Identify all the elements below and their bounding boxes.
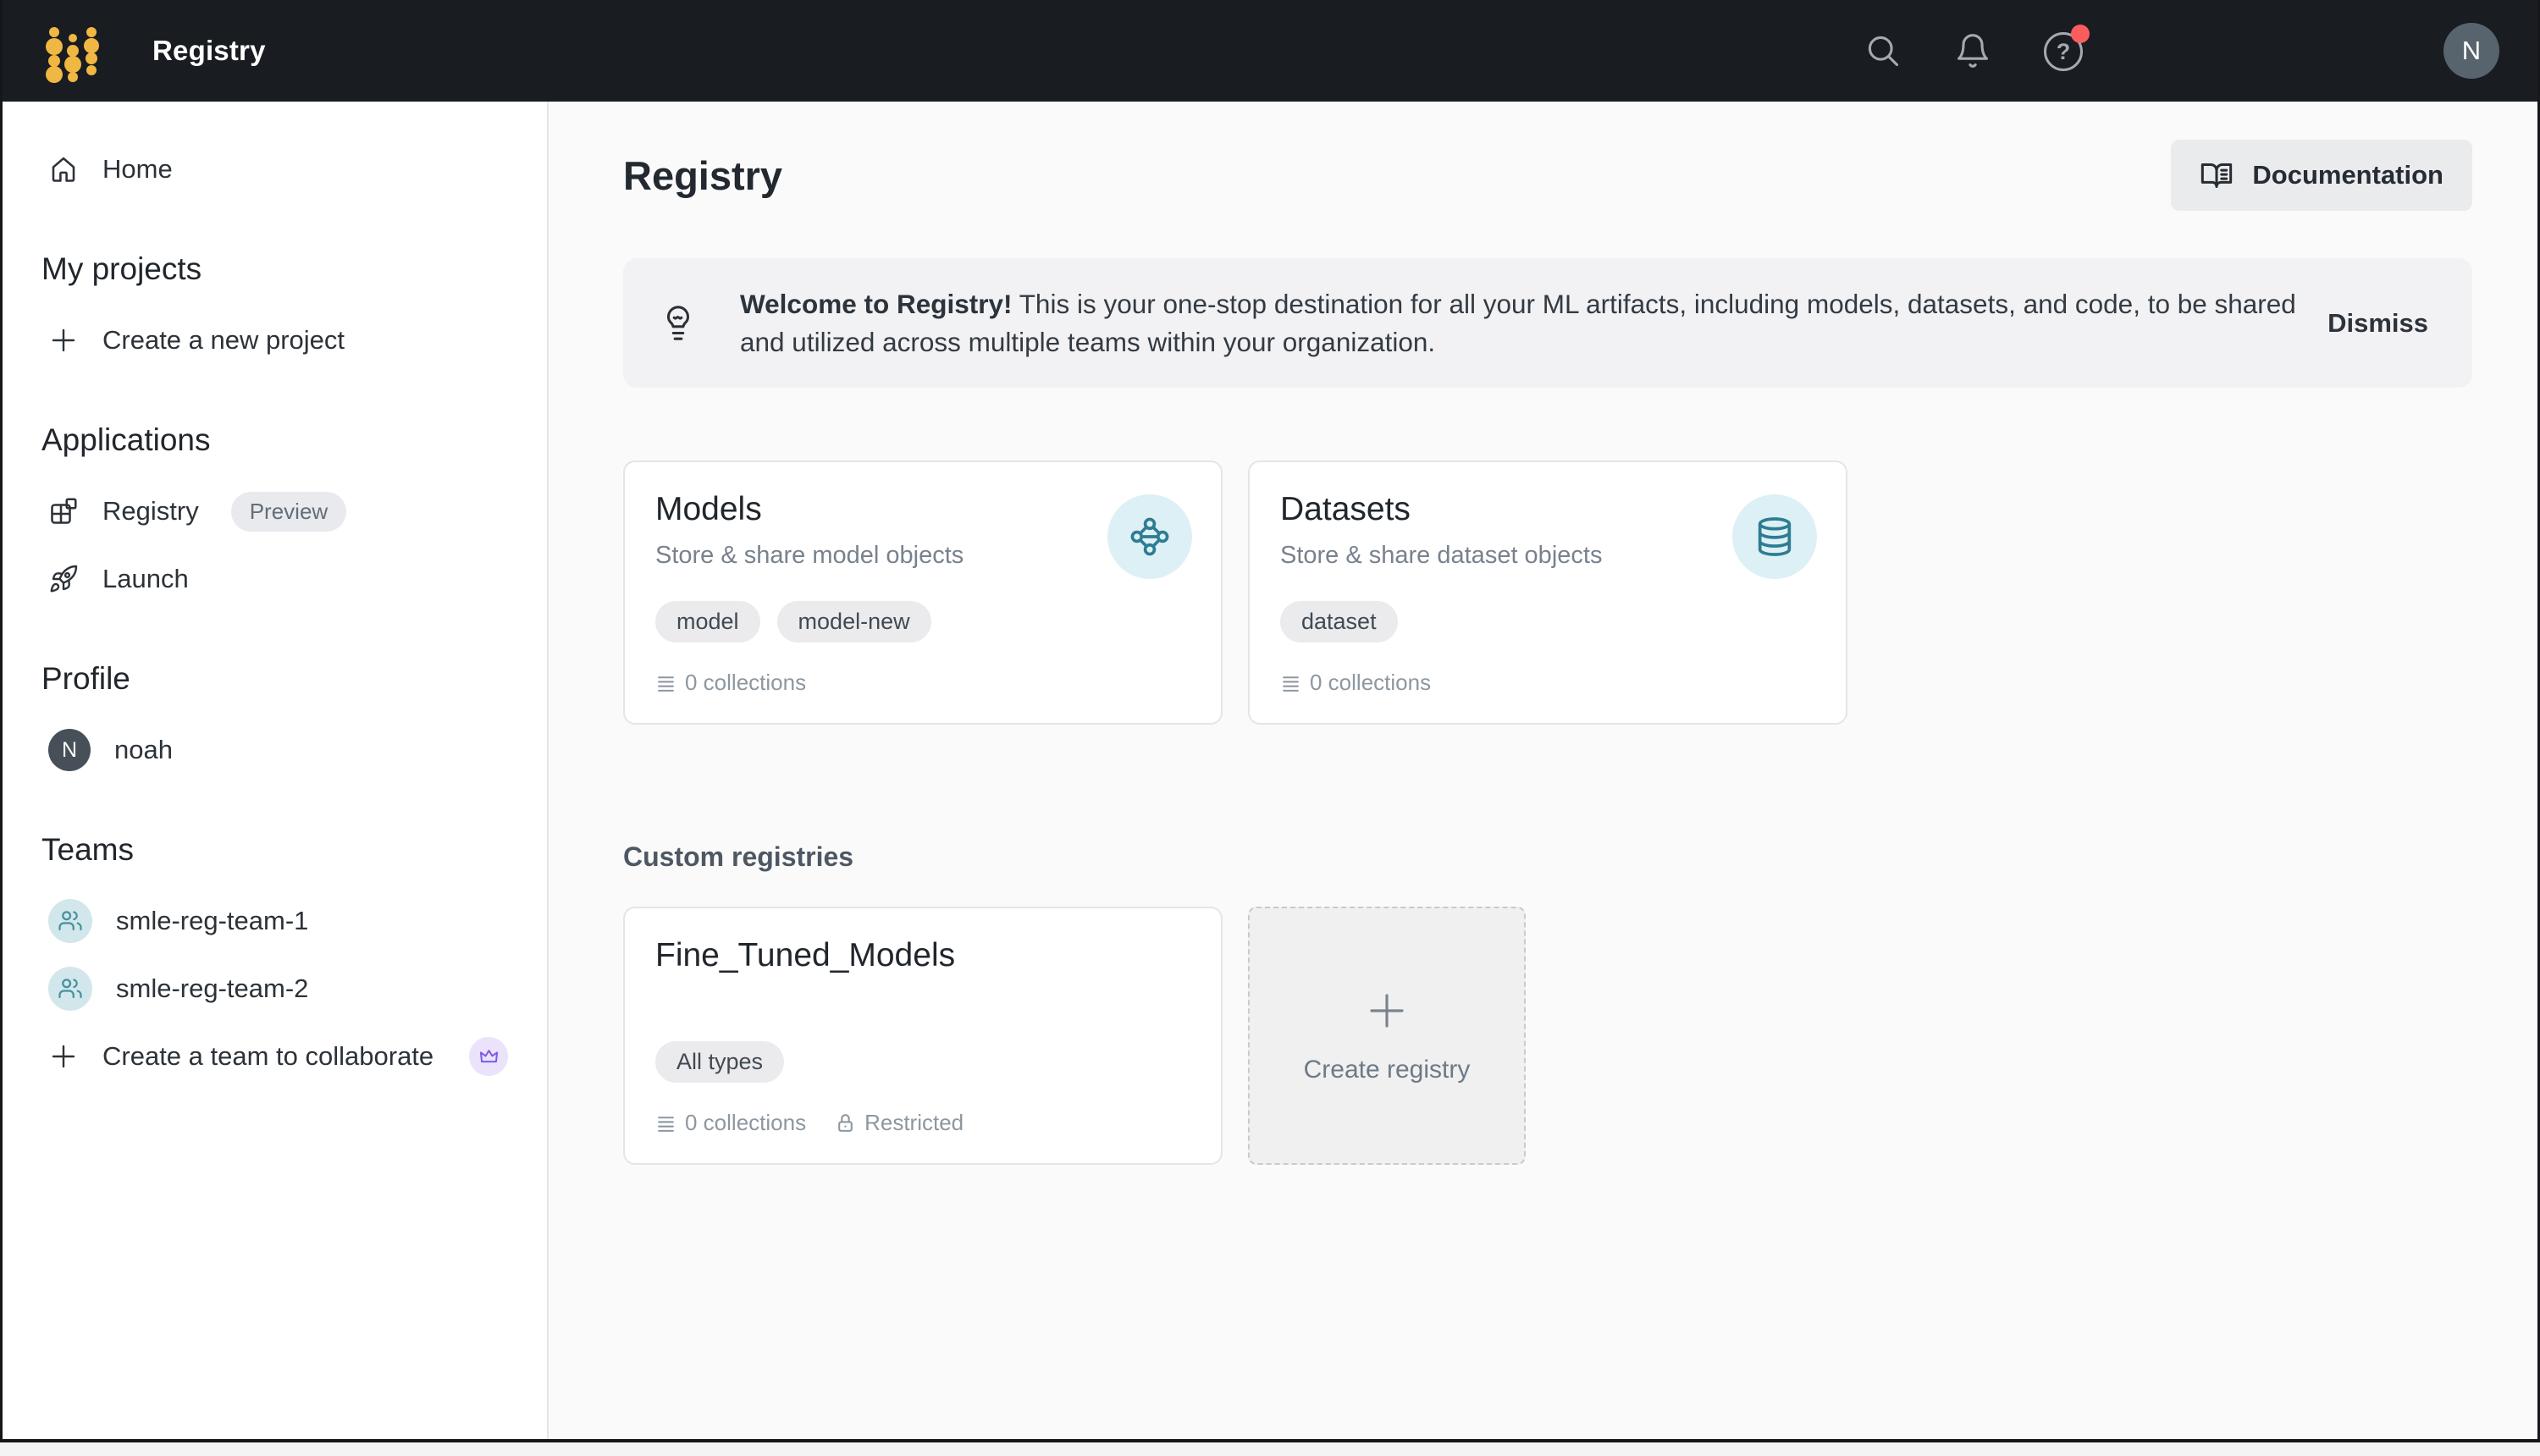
tag: model-new — [777, 601, 931, 643]
dismiss-button[interactable]: Dismiss — [2317, 300, 2438, 347]
collections-list-icon — [655, 1112, 676, 1133]
sidebar-item-label: Launch — [102, 564, 189, 594]
top-navbar: Registry ? N — [3, 0, 2537, 102]
collections-count: 0 collections — [655, 670, 806, 696]
home-icon — [48, 154, 79, 185]
sidebar-section-applications: Applications — [3, 418, 547, 462]
custom-registry-cards: Fine_Tuned_Models All types 0 collection… — [623, 907, 2472, 1165]
plus-icon — [48, 1041, 79, 1072]
tag: model — [655, 601, 760, 643]
collections-count: 0 collections — [655, 1110, 806, 1136]
collections-label: 0 collections — [685, 670, 806, 696]
book-open-icon — [2200, 158, 2234, 192]
wandb-logo-icon[interactable] — [41, 17, 100, 85]
sidebar-section-profile: Profile — [3, 657, 547, 701]
navbar-app-title: Registry — [152, 35, 266, 67]
visibility-label: Restricted — [864, 1110, 964, 1136]
notifications-bell-icon[interactable] — [1954, 32, 1991, 69]
sidebar-item-label: smle-reg-team-2 — [116, 973, 308, 1004]
tag-row: model model-new — [655, 601, 1192, 643]
welcome-banner: Welcome to Registry! This is your one-st… — [623, 258, 2472, 388]
datasets-registry-card[interactable]: Datasets Store & share dataset objects — [1248, 461, 1847, 725]
documentation-button[interactable]: Documentation — [2171, 140, 2472, 211]
visibility-status: Restricted — [835, 1110, 964, 1136]
fine-tuned-models-card[interactable]: Fine_Tuned_Models All types 0 collection… — [623, 907, 1223, 1165]
plus-icon — [1364, 988, 1410, 1034]
lock-icon — [835, 1112, 856, 1133]
search-icon[interactable] — [1864, 32, 1902, 69]
sidebar-item-team-2[interactable]: smle-reg-team-2 — [3, 955, 547, 1023]
user-avatar[interactable]: N — [2443, 23, 2499, 79]
sidebar-item-label: noah — [114, 735, 173, 765]
notification-red-dot — [2071, 25, 2090, 43]
premium-crown-badge — [469, 1037, 508, 1076]
core-registry-cards: Models Store & sh — [623, 461, 2472, 725]
registry-grid-icon — [48, 496, 79, 527]
sidebar-item-label: Create a team to collaborate — [102, 1041, 433, 1072]
tag: dataset — [1280, 601, 1398, 643]
sidebar: Home My projects Create a new project Ap… — [3, 102, 549, 1439]
sidebar-item-launch[interactable]: Launch — [3, 545, 547, 613]
sidebar-item-label: Create a new project — [102, 325, 345, 356]
collections-label: 0 collections — [1310, 670, 1431, 696]
custom-registries-heading: Custom registries — [623, 841, 2472, 873]
card-title: Fine_Tuned_Models — [655, 937, 1192, 974]
sidebar-item-registry[interactable]: Registry Preview — [3, 477, 547, 545]
tag-row: dataset — [1280, 601, 1817, 643]
banner-text-bold: Welcome to Registry! — [740, 289, 1013, 319]
card-footer: 0 collections Restricted — [655, 1110, 1192, 1136]
sidebar-item-create-project[interactable]: Create a new project — [3, 306, 547, 374]
models-registry-card[interactable]: Models Store & sh — [623, 461, 1223, 725]
create-registry-label: Create registry — [1304, 1056, 1471, 1084]
card-title: Datasets — [1280, 491, 1411, 528]
crown-icon — [478, 1045, 500, 1068]
collections-list-icon — [1280, 672, 1301, 693]
tag-row: All types — [655, 1041, 1192, 1083]
sidebar-item-create-team[interactable]: Create a team to collaborate — [3, 1023, 547, 1090]
sidebar-item-label: Registry — [102, 496, 199, 527]
documentation-button-label: Documentation — [2252, 160, 2443, 190]
content-row: Home My projects Create a new project Ap… — [3, 102, 2537, 1439]
plus-icon — [48, 325, 79, 356]
sidebar-item-team-1[interactable]: smle-reg-team-1 — [3, 887, 547, 955]
team-avatar — [48, 899, 92, 943]
navbar-icon-group: ? — [1864, 32, 2081, 69]
team-avatar — [48, 967, 92, 1011]
card-subtitle: Store & share dataset objects — [1280, 542, 1817, 570]
collections-count: 0 collections — [1280, 670, 1431, 696]
sidebar-section-my-projects: My projects — [3, 247, 547, 291]
sidebar-item-profile-noah[interactable]: N noah — [3, 716, 547, 784]
sidebar-item-label: smle-reg-team-1 — [116, 906, 308, 936]
card-footer: 0 collections — [655, 670, 1192, 696]
preview-badge: Preview — [231, 492, 346, 532]
app-window: Registry ? N — [0, 0, 2540, 1442]
tag: All types — [655, 1041, 784, 1083]
page-title: Registry — [623, 152, 782, 199]
users-icon — [58, 976, 83, 1001]
help-icon[interactable]: ? — [2044, 32, 2081, 69]
card-footer: 0 collections — [1280, 670, 1817, 696]
profile-avatar: N — [48, 729, 91, 771]
sidebar-item-label: Home — [102, 154, 173, 185]
sidebar-section-teams: Teams — [3, 828, 547, 872]
rocket-icon — [48, 564, 79, 594]
collections-label: 0 collections — [685, 1110, 806, 1136]
sidebar-item-home[interactable]: Home — [3, 135, 547, 203]
main-header: Registry Documentation — [623, 139, 2472, 212]
card-title: Models — [655, 491, 762, 528]
create-registry-button[interactable]: Create registry — [1248, 907, 1526, 1165]
main-content: Registry Documentation Wel — [549, 102, 2537, 1439]
collections-list-icon — [655, 672, 676, 693]
window-bottom-gap — [0, 1442, 2540, 1453]
banner-text: Welcome to Registry! This is your one-st… — [740, 285, 2317, 361]
lightbulb-icon — [659, 304, 698, 343]
users-icon — [58, 908, 83, 934]
card-subtitle: Store & share model objects — [655, 542, 1192, 570]
